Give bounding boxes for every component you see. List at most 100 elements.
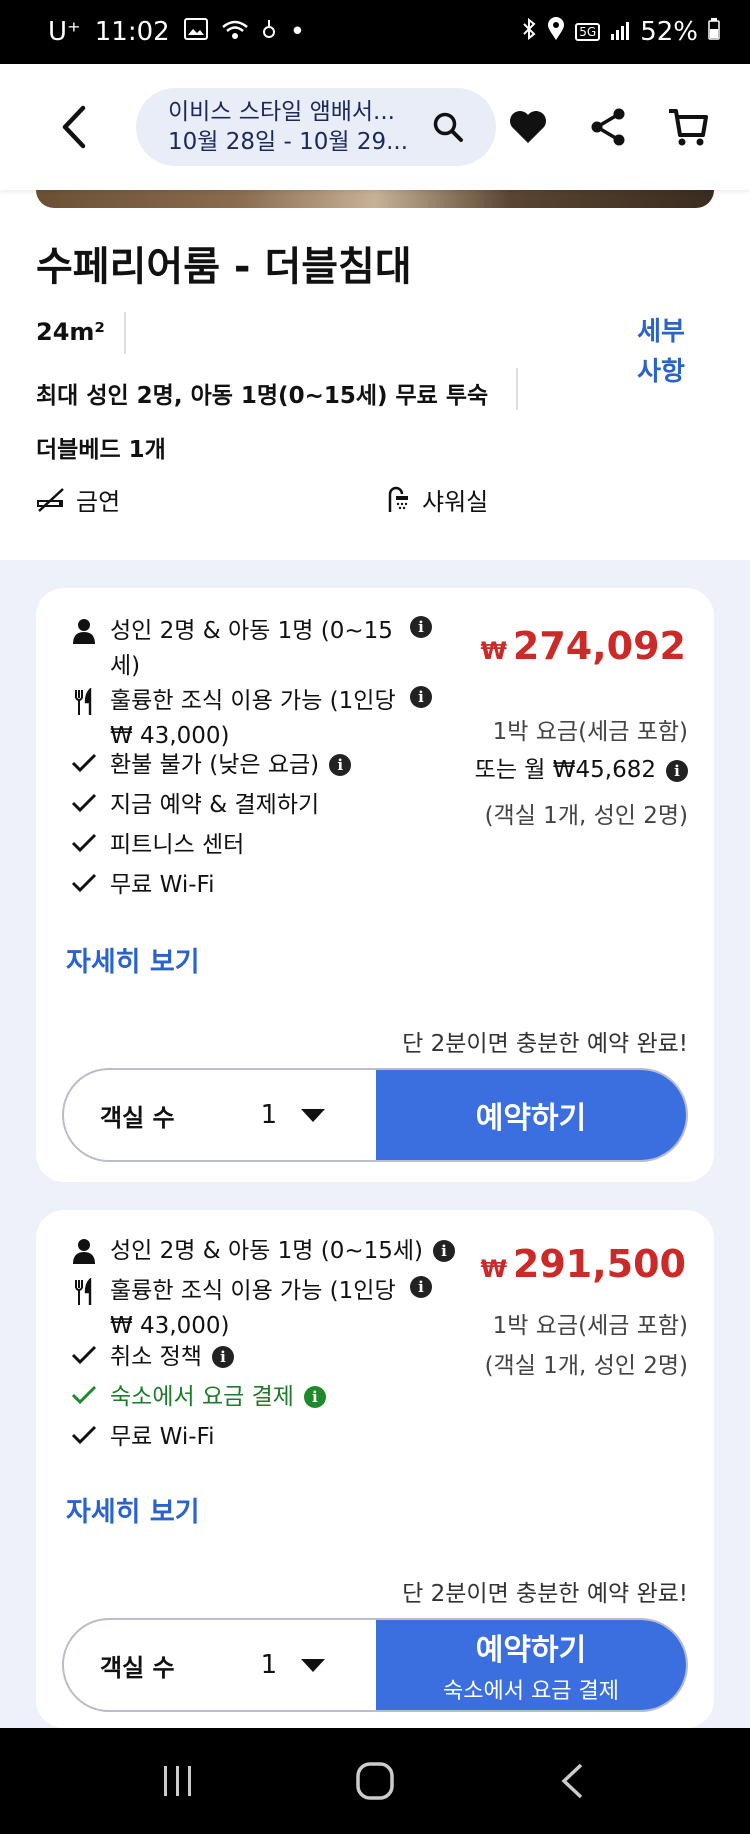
cart-button[interactable] [666,105,710,149]
room-count-select[interactable]: 객실 수 1 [64,1620,376,1710]
check-icon [71,793,97,813]
price: ₩274,092 [480,624,686,668]
caret-down-icon [301,1108,326,1122]
price: ₩291,500 [480,1242,686,1286]
feature-label: 피트니스 센터 [110,832,245,858]
price-note: 1박 요금(세금 포함) [492,1313,688,1339]
cart-icon [669,109,708,146]
back-nav-button[interactable] [532,1751,612,1811]
info-icon[interactable]: i [410,1276,432,1298]
feature-label: 취소 정책 [110,1344,202,1370]
more-details-link[interactable]: 자세히 보기 [66,940,200,979]
carrier-label: U⁺ [48,17,81,47]
home-icon [356,1762,394,1800]
person-icon [73,1239,95,1264]
bluetooth-icon [521,17,537,48]
more-details-link[interactable]: 자세히 보기 [66,1490,200,1529]
recent-apps-icon [164,1766,192,1796]
booking-control: 객실 수 1 예약하기 [62,1068,688,1162]
feature-item: 환불 불가 (낮은 요금) i [66,748,352,783]
room-count-label: 객실 수 [100,1103,175,1132]
info-icon[interactable]: i [410,686,432,708]
back-button[interactable] [52,99,96,155]
guests-label: 성인 2명 & 아동 1명 (0~15 세) [110,618,393,679]
rate-card: 성인 2명 & 아동 1명 (0~15세) i 훌륭한 조식 이용 가능 (1인… [36,1210,714,1728]
feature-item: 숙소에서 요금 결제 i [66,1380,326,1415]
book-button[interactable]: 예약하기 숙소에서 요금 결제 [376,1620,686,1710]
check-icon-green [71,1385,97,1405]
no-smoking-icon [37,487,64,512]
recent-apps-button[interactable] [138,1751,218,1811]
amenity-no-smoking: 금연 [36,482,120,517]
feature-item: 지금 예약 & 결제하기 [66,788,319,823]
room-info: 수페리어룸 - 더블침대 24m² 최대 성인 2명, 아동 1명(0~15세)… [0,208,750,560]
share-button[interactable] [586,105,630,149]
caret-down-icon [301,1658,326,1672]
info-icon[interactable]: i [329,754,352,776]
feature-item: 무료 Wi-Fi [66,868,215,903]
booking-hint: 단 2분이면 충분한 예약 완료! [402,1031,688,1057]
notification-icon [262,18,276,46]
gallery-icon [183,18,208,46]
guests-row: 성인 2명 & 아동 1명 (0~15세) i [66,1234,455,1269]
feature-label: 무료 Wi-Fi [110,872,215,898]
check-icon [71,1425,97,1445]
info-icon[interactable]: i [433,1240,455,1262]
room-size: 24m² [36,318,105,346]
rate-card: 성인 2명 & 아동 1명 (0~15 세) i 훌륭한 조식 이용 가능 (1… [36,588,714,1182]
room-count-value: 1 [260,1100,278,1130]
guests-row: 성인 2명 & 아동 1명 (0~15 세) i [66,614,432,684]
feature-label: 지금 예약 & 결제하기 [110,792,320,818]
person-icon [73,619,95,644]
booking-hint: 단 2분이면 충분한 예약 완료! [402,1581,688,1607]
breakfast-label: 훌륭한 조식 이용 가능 (1인당 ₩ 43,000) [110,688,396,749]
chevron-left-icon [62,105,86,149]
room-count-value: 1 [260,1650,278,1680]
divider [124,312,126,354]
amenity-label: 샤워실 [422,488,489,516]
booking-control: 객실 수 1 예약하기 숙소에서 요금 결제 [62,1618,688,1712]
room-note: (객실 1개, 성인 2명) [484,1353,688,1379]
share-icon [591,108,625,146]
utensils-icon [75,688,92,715]
room-photo[interactable] [36,190,714,208]
search-summary-pill[interactable]: 이비스 스타일 앰배서... 10월 28일 - 10월 29... [136,88,496,166]
battery-level: 52% [640,17,698,47]
breakfast-row: 훌륭한 조식 이용 가능 (1인당 ₩ 43,000) i [66,684,432,754]
feature-item: 취소 정책 i [66,1340,234,1375]
feature-label: 숙소에서 요금 결제 [110,1384,294,1410]
divider [516,368,518,410]
back-icon [561,1763,582,1799]
check-icon [71,833,97,853]
guests-label: 성인 2명 & 아동 1명 (0~15세) [110,1238,423,1264]
room-occupancy: 최대 성인 2명, 아동 1명(0~15세) 무료 투숙 [36,383,489,409]
feature-item: 무료 Wi-Fi [66,1420,215,1455]
monthly-price: 또는 월 ₩45,682 i [475,750,688,784]
home-button[interactable] [335,1751,415,1811]
utensils-icon [75,1278,92,1305]
info-icon[interactable]: i [211,1346,234,1368]
room-details-link[interactable]: 세부 사항 [628,312,694,392]
amenity-label: 금연 [76,488,121,516]
favorite-button[interactable] [506,105,550,149]
battery-icon [708,17,720,47]
info-icon[interactable]: i [410,616,432,638]
price-note: 1박 요금(세금 포함) [492,719,688,745]
info-icon[interactable]: i [666,759,688,782]
location-icon [547,16,565,48]
signal-icon [610,17,630,47]
clock: 11:02 [94,17,170,47]
check-icon [71,1345,97,1365]
room-note: (객실 1개, 성인 2명) [484,803,688,829]
room-count-label: 객실 수 [100,1653,175,1682]
feature-label: 무료 Wi-Fi [110,1424,215,1450]
hotel-name: 이비스 스타일 앰배서... [168,99,395,125]
room-title: 수페리어룸 - 더블침대 [36,244,412,290]
check-icon [71,873,97,893]
amenity-shower: 샤워실 [386,482,488,517]
heart-icon [510,111,546,143]
room-count-select[interactable]: 객실 수 1 [64,1070,376,1160]
info-icon[interactable]: i [303,1386,326,1408]
book-button[interactable]: 예약하기 [376,1070,686,1160]
system-nav-bar [0,1728,750,1834]
